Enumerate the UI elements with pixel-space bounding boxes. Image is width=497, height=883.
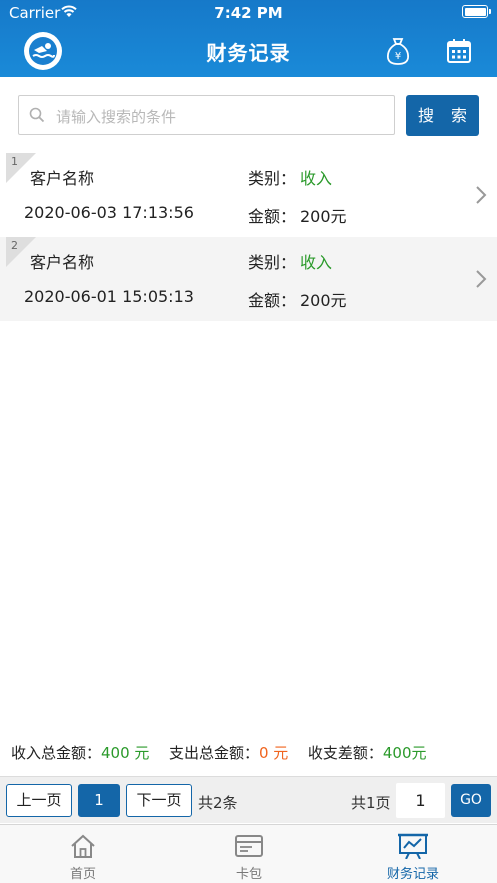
tab-finance-records-label: 财务记录 <box>386 867 439 882</box>
finance-chart-icon <box>398 833 428 859</box>
card-wallet-icon <box>235 835 263 857</box>
balance-diff-value: 400元 <box>382 744 427 762</box>
record-type-label: 类别： <box>248 169 297 188</box>
totals-summary: 收入总金额：400 元 支出总金额：0 元 收支差额：400元 <box>11 742 427 763</box>
status-bar: Carrier 7:42 PM <box>0 0 497 26</box>
tab-card-wallet[interactable]: 卡包 <box>166 825 332 883</box>
prev-page-button[interactable]: 上一页 <box>6 784 72 817</box>
record-index: 2 <box>11 239 18 252</box>
total-pages-count: 共1页 <box>351 794 391 812</box>
record-index: 1 <box>11 155 18 168</box>
record-amount-value: 200元 <box>300 207 347 226</box>
page-title: 财务记录 <box>206 41 291 65</box>
expense-total-label: 支出总金额： <box>168 744 259 762</box>
home-icon <box>71 834 95 858</box>
balance-diff-label: 收支差额： <box>307 744 383 762</box>
income-total-value: 400 元 <box>101 744 150 762</box>
tab-home[interactable]: 首页 <box>0 825 166 883</box>
search-placeholder: 请输入搜索的条件 <box>56 108 177 126</box>
battery-icon <box>462 5 491 18</box>
pagination-bar: 上一页 1 下一页 共2条 共1页 1 GO <box>0 776 497 823</box>
tab-home-label: 首页 <box>69 867 96 882</box>
record-type-label: 类别： <box>248 253 297 272</box>
chevron-right-icon[interactable] <box>474 185 488 205</box>
record-type-value: 收入 <box>300 253 333 272</box>
go-button[interactable]: GO <box>451 784 491 817</box>
bottom-tab-bar: 首页 卡包 财务记录 <box>0 824 497 883</box>
record-customer-name: 客户名称 <box>30 169 95 188</box>
money-bag-icon[interactable]: ¥ <box>384 36 412 66</box>
search-icon <box>29 107 45 123</box>
record-datetime: 2020-06-01 15:05:13 <box>24 287 194 306</box>
record-row[interactable]: 1 客户名称 2020-06-03 17:13:56 类别： 收入 金额： 20… <box>0 153 497 237</box>
record-amount-label: 金额： <box>248 207 297 226</box>
tab-card-wallet-label: 卡包 <box>235 867 262 882</box>
record-type-value: 收入 <box>300 169 333 188</box>
next-page-button[interactable]: 下一页 <box>126 784 192 817</box>
svg-text:¥: ¥ <box>395 51 401 62</box>
search-button[interactable]: 搜 索 <box>406 95 479 136</box>
tab-finance-records[interactable]: 财务记录 <box>330 825 496 883</box>
income-total-label: 收入总金额： <box>11 744 102 762</box>
record-amount-value: 200元 <box>300 291 347 310</box>
search-input[interactable]: 请输入搜索的条件 <box>18 95 395 135</box>
expense-total-value: 0 元 <box>259 744 289 762</box>
status-time: 7:42 PM <box>214 4 283 22</box>
record-customer-name: 客户名称 <box>30 253 95 272</box>
record-amount-label: 金额： <box>248 291 297 310</box>
calendar-icon[interactable] <box>446 38 472 64</box>
current-page-button[interactable]: 1 <box>78 784 120 817</box>
total-items-count: 共2条 <box>198 794 238 812</box>
goto-page-input[interactable]: 1 <box>396 783 445 818</box>
record-datetime: 2020-06-03 17:13:56 <box>24 203 194 222</box>
app-header: Carrier 7:42 PM 财务记录 ¥ <box>0 0 497 77</box>
chevron-right-icon[interactable] <box>474 269 488 289</box>
record-row[interactable]: 2 客户名称 2020-06-01 15:05:13 类别： 收入 金额： 20… <box>0 237 497 321</box>
